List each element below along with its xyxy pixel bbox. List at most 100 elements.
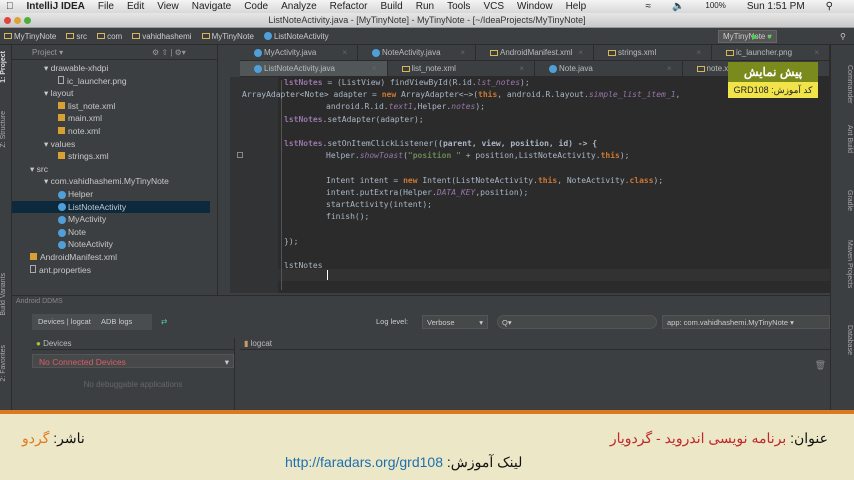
tool-tab-maven[interactable]: Maven Projects bbox=[841, 240, 853, 288]
tree-item[interactable]: ic_launcher.png bbox=[58, 75, 127, 87]
logcat-header: logcat bbox=[250, 339, 272, 348]
fold-icon[interactable] bbox=[237, 152, 243, 158]
tool-tab-project[interactable]: 1: Project bbox=[0, 51, 12, 83]
close-tab-icon[interactable]: × bbox=[372, 61, 377, 77]
overlay-title: پیش نمایش bbox=[728, 62, 818, 82]
close-tab-icon[interactable]: × bbox=[814, 45, 819, 61]
menu-help[interactable]: Help bbox=[566, 1, 587, 12]
tree-item[interactable]: ▾ layout bbox=[44, 87, 73, 99]
menu-vcs[interactable]: VCS bbox=[483, 1, 504, 12]
menu-analyze[interactable]: Analyze bbox=[281, 1, 317, 12]
banner-title: عنوان: برنامه نویسی اندروید - گردویار bbox=[609, 430, 828, 446]
menu-code[interactable]: Code bbox=[244, 1, 268, 12]
tab-label: strings.xml bbox=[618, 48, 657, 57]
breadcrumb-item[interactable]: MyTinyNote bbox=[4, 32, 56, 41]
debug-icon[interactable]: ● bbox=[767, 32, 772, 41]
tree-item[interactable]: ▾ com.vahidhashemi.MyTinyNote bbox=[44, 175, 169, 187]
editor-tab[interactable]: MyActivity.java × bbox=[240, 45, 358, 60]
panel-settings-icon[interactable]: ⚙ ⇧ | ⚙▾ bbox=[152, 48, 186, 57]
close-tab-icon[interactable]: × bbox=[667, 61, 672, 77]
tree-item[interactable]: AndroidManifest.xml bbox=[30, 251, 117, 263]
editor-tab[interactable]: Note.java × bbox=[535, 61, 683, 76]
close-tab-icon[interactable]: × bbox=[696, 45, 701, 61]
course-link[interactable]: http://faradars.org/grd108 bbox=[285, 454, 443, 470]
tree-item[interactable]: strings.xml bbox=[58, 150, 109, 162]
wifi-icon[interactable]: ≈ bbox=[645, 1, 651, 12]
tool-tab-database[interactable]: Database bbox=[841, 325, 853, 355]
editor-tab[interactable]: list_note.xml × bbox=[388, 61, 535, 77]
editor-tab[interactable]: strings.xml × bbox=[594, 45, 712, 60]
tab-adb-logs[interactable]: ADB logs bbox=[97, 314, 136, 330]
run-icon[interactable]: ▶ bbox=[752, 32, 758, 41]
spotlight-icon[interactable]: ⚲ bbox=[826, 1, 833, 12]
code-line: Intent intent = new Intent(ListNoteActiv… bbox=[326, 175, 664, 185]
editor-tab[interactable]: ListNoteActivity.java × bbox=[240, 61, 388, 76]
xml-file-icon bbox=[58, 101, 65, 109]
close-window-button[interactable] bbox=[4, 17, 11, 24]
tree-item-label: strings.xml bbox=[68, 151, 109, 162]
search-icon[interactable]: ⚲ bbox=[840, 32, 846, 41]
tree-item[interactable]: ▾ src bbox=[30, 163, 48, 175]
folder-icon: ▾ bbox=[44, 176, 51, 187]
editor-tab[interactable]: NoteActivity.java × bbox=[358, 45, 476, 60]
close-tab-icon[interactable]: × bbox=[519, 61, 524, 77]
editor-tab[interactable]: ic_launcher.png × bbox=[712, 45, 830, 60]
close-tab-icon[interactable]: × bbox=[578, 45, 583, 61]
menu-build[interactable]: Build bbox=[380, 1, 402, 12]
code-line: lstNotes = (ListView) findViewById(R.id.… bbox=[284, 78, 530, 87]
tool-tab-gradle[interactable]: Gradle bbox=[841, 190, 853, 211]
project-panel-header[interactable]: Project ▾ ⚙ ⇧ | ⚙▾ bbox=[12, 45, 217, 60]
tree-item[interactable]: Helper bbox=[58, 188, 93, 200]
class-icon bbox=[372, 48, 380, 57]
restart-icon[interactable]: ⇄ bbox=[157, 314, 171, 330]
tree-item-label: Note bbox=[68, 226, 86, 237]
tool-tab-ant-build[interactable]: Ant Build bbox=[841, 125, 853, 153]
log-level-select[interactable]: Verbose ▾ bbox=[422, 315, 488, 329]
logcat-search-input[interactable]: Q▾ bbox=[497, 315, 657, 329]
tree-item[interactable]: note.xml bbox=[58, 125, 100, 137]
tree-item[interactable]: ant.properties bbox=[30, 264, 91, 276]
tree-item[interactable]: main.xml bbox=[58, 112, 102, 124]
menu-tools[interactable]: Tools bbox=[447, 1, 470, 12]
app-menu[interactable]: IntelliJ IDEA bbox=[27, 1, 85, 12]
tree-item[interactable]: ▾ drawable-xhdpi bbox=[44, 62, 108, 74]
tree-item[interactable]: list_note.xml bbox=[58, 100, 115, 112]
indent-guide bbox=[281, 80, 282, 290]
zoom-window-button[interactable] bbox=[24, 17, 31, 24]
menu-view[interactable]: View bbox=[157, 1, 179, 12]
apple-icon[interactable]:  bbox=[6, 1, 14, 12]
breadcrumb-item[interactable]: src bbox=[66, 32, 87, 41]
clear-log-icon[interactable]: 🗑 bbox=[815, 360, 826, 371]
close-tab-icon[interactable]: × bbox=[460, 45, 465, 61]
breadcrumb-item[interactable]: com bbox=[97, 32, 122, 41]
app-filter-select[interactable]: app: com.vahidhashemi.MyTinyNote ▾ bbox=[662, 315, 830, 329]
menu-file[interactable]: File bbox=[98, 1, 114, 12]
battery-label[interactable]: 100% bbox=[705, 1, 725, 12]
menu-edit[interactable]: Edit bbox=[127, 1, 144, 12]
volume-icon[interactable]: 🔈 bbox=[672, 1, 684, 12]
tree-item[interactable]: ▾ values bbox=[44, 138, 75, 150]
close-tab-icon[interactable]: × bbox=[342, 45, 347, 61]
code-line: lstNotes.setAdapter(adapter); bbox=[284, 114, 424, 124]
tool-tab-commander[interactable]: Commander bbox=[841, 65, 853, 104]
breadcrumb-item[interactable]: vahidhashemi bbox=[132, 32, 192, 41]
device-select[interactable]: No Connected Devices ▾ bbox=[32, 354, 234, 368]
editor-tab[interactable]: AndroidManifest.xml × bbox=[476, 45, 594, 60]
menu-navigate[interactable]: Navigate bbox=[192, 1, 231, 12]
tool-tab-build-variants[interactable]: Build Variants bbox=[0, 273, 12, 316]
tree-item[interactable]: ListNoteActivity bbox=[12, 200, 210, 213]
breadcrumb-item[interactable]: MyTinyNote bbox=[201, 32, 254, 41]
tool-tab-structure[interactable]: Z: Structure bbox=[0, 111, 12, 148]
menu-refactor[interactable]: Refactor bbox=[330, 1, 368, 12]
tab-devices-logcat[interactable]: Devices | logcat bbox=[34, 314, 95, 330]
menu-window[interactable]: Window bbox=[517, 1, 553, 12]
tree-item[interactable]: NoteActivity bbox=[58, 238, 113, 250]
minimize-window-button[interactable] bbox=[14, 17, 21, 24]
tree-item[interactable]: MyActivity bbox=[58, 213, 106, 225]
clock[interactable]: Sun 1:51 PM bbox=[747, 1, 805, 12]
menu-run[interactable]: Run bbox=[416, 1, 434, 12]
tree-item[interactable]: Note bbox=[58, 226, 86, 238]
tool-tab-favorites[interactable]: 2: Favorites bbox=[0, 345, 12, 382]
left-tool-strip: 1: Project Z: Structure Build Variants 2… bbox=[0, 45, 12, 410]
breadcrumb-item[interactable]: ListNoteActivity bbox=[263, 32, 329, 41]
